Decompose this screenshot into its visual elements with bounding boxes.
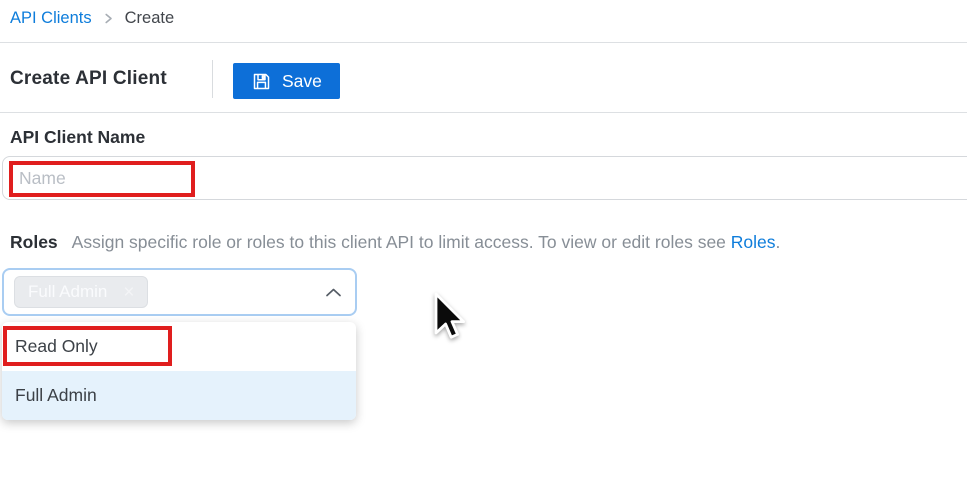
page-title: Create API Client — [10, 68, 167, 90]
roles-dropdown: Read Only Full Admin — [2, 322, 356, 420]
chevron-up-icon[interactable] — [324, 286, 343, 299]
floppy-disk-icon — [251, 71, 272, 92]
selected-role-tag: Full Admin × — [14, 276, 148, 308]
save-button-label: Save — [282, 71, 322, 92]
roles-description-suffix: . — [776, 232, 781, 252]
roles-link[interactable]: Roles — [731, 232, 776, 252]
divider — [212, 60, 213, 98]
mouse-cursor-icon — [425, 290, 465, 349]
api-client-name-label: API Client Name — [10, 127, 145, 148]
divider — [0, 112, 967, 113]
breadcrumb-api-clients[interactable]: API Clients — [10, 9, 92, 28]
name-input[interactable] — [2, 156, 967, 200]
divider — [0, 42, 967, 43]
roles-description: Assign specific role or roles to this cl… — [72, 232, 726, 252]
breadcrumb-create: Create — [125, 9, 175, 28]
roles-section-header: RolesAssign specific role or roles to th… — [10, 232, 780, 253]
save-button[interactable]: Save — [233, 63, 340, 99]
selected-role-tag-label: Full Admin — [28, 282, 107, 302]
breadcrumb: API Clients Create — [10, 9, 174, 28]
option-full-admin[interactable]: Full Admin — [2, 371, 356, 420]
remove-tag-icon[interactable]: × — [123, 283, 134, 302]
roles-label: Roles — [10, 232, 58, 252]
option-read-only[interactable]: Read Only — [2, 322, 356, 371]
chevron-right-icon — [103, 13, 114, 24]
roles-multiselect[interactable]: Full Admin × — [2, 268, 357, 316]
